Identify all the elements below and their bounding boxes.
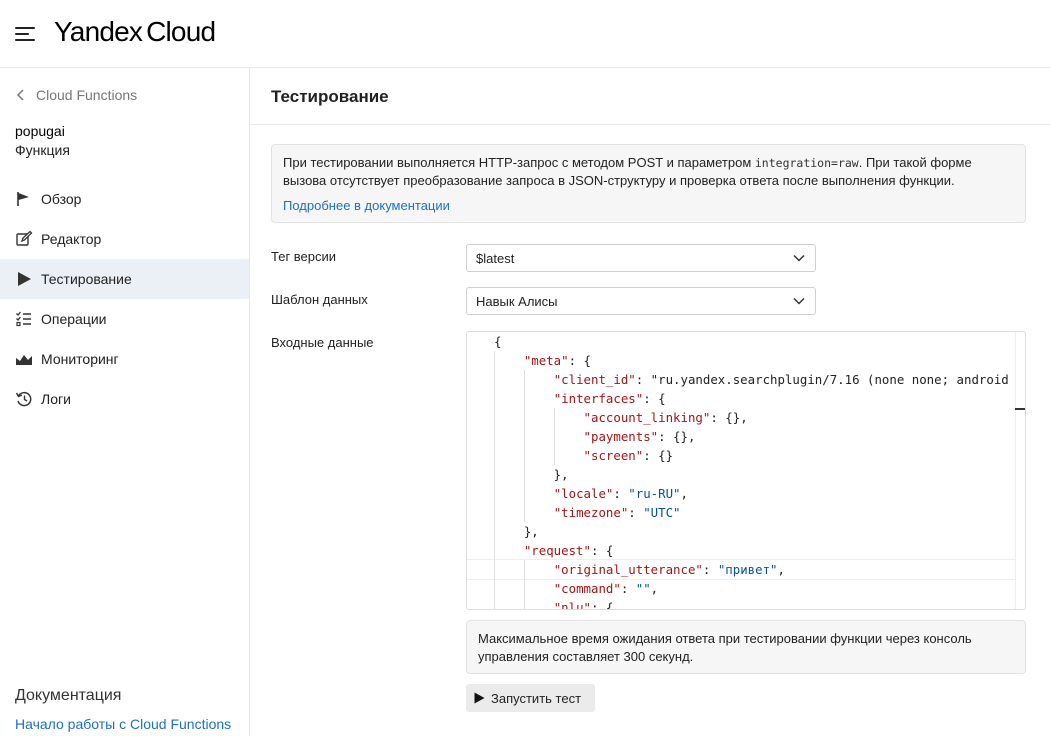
code-line: "original_utterance": "привет", [467, 559, 1025, 580]
indent-guide [554, 408, 555, 465]
sidebar-item-operations[interactable]: Операции [0, 299, 249, 339]
indent-guide [524, 370, 525, 522]
run-test-label: Запустить тест [491, 690, 582, 706]
docs-section-title: Документация [15, 687, 122, 704]
sidebar-item-logs[interactable]: Логи [0, 379, 249, 419]
code-line: { [494, 334, 502, 349]
play-icon [474, 692, 485, 704]
info-banner: При тестировании выполняется HTTP-запрос… [271, 144, 1026, 223]
sidebar-item-label: Редактор [41, 231, 102, 247]
history-icon [15, 391, 32, 407]
code-line: "timezone": "UTC" [553, 505, 681, 520]
chevron-down-icon [793, 254, 805, 262]
back-link-label: Cloud Functions [36, 87, 138, 103]
sidebar-item-editor[interactable]: Редактор [0, 219, 249, 259]
info-text-before: При тестировании выполняется HTTP-запрос… [283, 155, 755, 170]
editor-overview-caret [1015, 408, 1025, 410]
sidebar-item-label: Обзор [41, 191, 82, 207]
indent-guide [494, 351, 495, 609]
sidebar: Cloud Functions popugai Функция Обзор Ре… [0, 68, 250, 736]
play-icon [18, 272, 31, 286]
sidebar-item-testing[interactable]: Тестирование [0, 259, 249, 299]
input-data-label: Входные данные [271, 335, 374, 350]
main-content: Тестирование При тестировании выполняетс… [251, 68, 1050, 736]
sidebar-item-monitoring[interactable]: Мониторинг [0, 339, 249, 379]
function-name: popugai [15, 123, 65, 139]
code-line: }, [494, 524, 539, 539]
code-line: "screen": {} [583, 448, 674, 463]
page-header: Тестирование [251, 68, 1050, 125]
template-label: Шаблон данных [271, 292, 368, 307]
code-line: "meta": { [523, 353, 591, 368]
code-line: }, [494, 467, 569, 482]
timeout-note: Максимальное время ожидания ответа при т… [466, 620, 1026, 674]
sidebar-item-label: Тестирование [41, 271, 132, 287]
template-select[interactable]: Навык Алисы [466, 287, 816, 315]
version-tag-label: Тег версии [271, 249, 337, 264]
code-line: "client_id": "ru.yandex.searchplugin/7.1… [553, 372, 1009, 387]
docs-more-link[interactable]: Подробнее в документации [283, 197, 1014, 215]
sidebar-item-label: Логи [41, 391, 71, 407]
logo-main: Yandex [54, 16, 143, 47]
chart-icon [16, 355, 32, 365]
flag-icon [17, 192, 29, 206]
chevron-down-icon [793, 297, 805, 305]
sidebar-nav: Обзор Редактор Тестирование Операции Мон… [0, 179, 249, 419]
sidebar-item-label: Операции [41, 311, 107, 327]
code-line: "interfaces": { [553, 391, 666, 406]
docs-getting-started-link[interactable]: Начало работы с Cloud Functions [15, 716, 231, 732]
info-code: integration=raw [754, 156, 859, 170]
code-line: "locale": "ru-RU", [553, 486, 688, 501]
version-tag-select[interactable]: $latest [466, 244, 816, 272]
template-value: Навык Алисы [476, 293, 558, 309]
code-line: "command": "", [553, 581, 659, 596]
list-icon [16, 311, 31, 327]
code-line: "payments": {}, [583, 429, 696, 444]
indent-guide [524, 560, 525, 609]
top-bar: Yandex Cloud [0, 0, 1050, 68]
menu-icon[interactable] [15, 25, 37, 43]
code-lines: { "meta": { "client_id": "ru.yandex.sear… [467, 332, 1025, 609]
sidebar-item-overview[interactable]: Обзор [0, 179, 249, 219]
back-to-cloud-functions-link[interactable]: Cloud Functions [14, 87, 137, 103]
version-tag-value: $latest [476, 250, 515, 266]
run-test-button[interactable]: Запустить тест [466, 684, 595, 712]
yandex-cloud-logo[interactable]: Yandex Cloud [54, 16, 216, 48]
edit-icon [16, 230, 33, 246]
editor-scrollbar[interactable] [1015, 332, 1025, 609]
chevron-left-icon [16, 89, 24, 101]
sidebar-item-label: Мониторинг [41, 351, 119, 367]
page-title: Тестирование [271, 87, 389, 106]
code-line: "account_linking": {}, [583, 410, 748, 425]
code-line: "nlu": { [553, 600, 614, 610]
code-line: "request": { [523, 543, 614, 558]
logo-sub: Cloud [146, 16, 216, 47]
function-type: Функция [15, 142, 70, 158]
input-data-code-editor[interactable]: { "meta": { "client_id": "ru.yandex.sear… [466, 331, 1026, 610]
